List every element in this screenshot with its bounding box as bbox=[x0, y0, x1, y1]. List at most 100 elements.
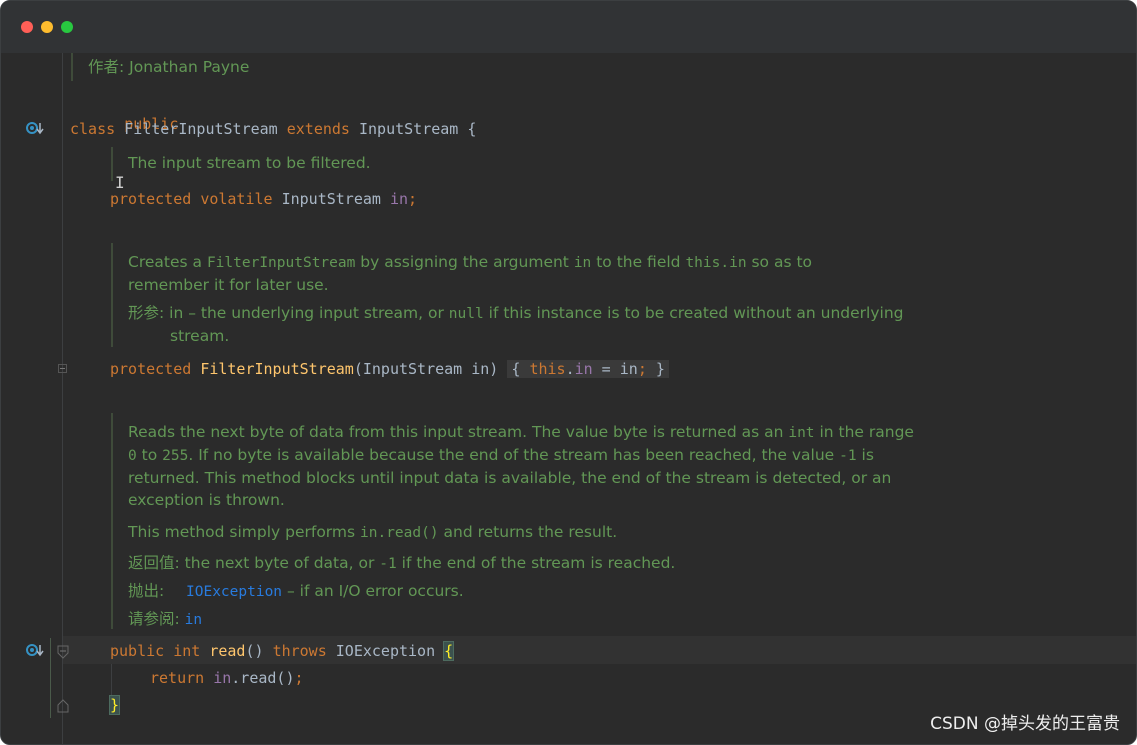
read-doc-see: 请参阅: in bbox=[128, 608, 928, 631]
doc-code: this.in bbox=[685, 255, 747, 271]
see-label: 请参阅: bbox=[128, 610, 180, 628]
keyword-int: int bbox=[173, 642, 201, 660]
ctor-doc-param-line2: stream. bbox=[170, 327, 230, 345]
method-call: .read() bbox=[231, 669, 295, 687]
read-doc-line3: returned. This method blocks until input… bbox=[128, 469, 892, 487]
keyword-protected: protected bbox=[110, 190, 192, 208]
ctor-doc-para-line2: remember it for later use. bbox=[128, 276, 329, 294]
read-doc: Reads the next byte of data from this in… bbox=[128, 421, 928, 631]
method-scope-bar bbox=[50, 638, 51, 718]
doc-code: 255 bbox=[162, 448, 189, 464]
read-doc-line4: exception is thrown. bbox=[128, 491, 285, 509]
fold-close-icon[interactable] bbox=[57, 698, 69, 717]
field-doc: The input stream to be filtered. bbox=[128, 154, 371, 172]
doc-code: int bbox=[788, 425, 815, 441]
title-bar bbox=[1, 1, 1136, 53]
doc-text: so as to bbox=[746, 253, 813, 271]
doc-code: null bbox=[448, 306, 484, 322]
author-value: Jonathan Payne bbox=[129, 58, 250, 76]
doc-text: is bbox=[856, 446, 874, 464]
see-in-link[interactable]: in bbox=[185, 612, 202, 628]
doc-code: in bbox=[573, 255, 592, 271]
semicolon: ; bbox=[637, 360, 647, 378]
doc-text: in the range bbox=[814, 423, 914, 441]
ctor-doc: Creates a FilterInputStream by assigning… bbox=[128, 251, 918, 347]
assign: = in bbox=[592, 360, 638, 378]
fold-icon[interactable] bbox=[58, 364, 67, 373]
read-doc-para2: This method simply performs in.read() an… bbox=[128, 521, 928, 544]
code-line-close-brace[interactable]: } bbox=[108, 694, 121, 716]
code-editor[interactable]: 作者: Jonathan Payne public class FilterIn… bbox=[1, 53, 1136, 744]
code-line-ctor-decl[interactable]: protected FilterInputStream(InputStream … bbox=[110, 358, 669, 380]
doc-comment-bar bbox=[71, 53, 73, 81]
code-line-read-decl[interactable]: public int read() throws IOException { bbox=[110, 640, 455, 662]
field-name: in bbox=[389, 190, 409, 208]
ctor-doc-param: 形参: in – the underlying input stream, or… bbox=[128, 302, 918, 325]
zoom-window-button[interactable] bbox=[61, 21, 73, 33]
read-doc-line1: Reads the next byte of data from this in… bbox=[128, 421, 928, 444]
folded-close: } bbox=[646, 360, 665, 378]
semicolon: ; bbox=[294, 669, 304, 687]
fold-open-icon[interactable] bbox=[57, 644, 69, 663]
doc-text: if the end of the stream is reached. bbox=[396, 554, 676, 572]
folded-open: { bbox=[511, 360, 530, 378]
doc-text: in – the underlying input stream, or bbox=[169, 304, 449, 322]
keyword-return: return bbox=[150, 669, 205, 687]
read-doc-returns: 返回值: the next byte of data, or -1 if the… bbox=[128, 552, 928, 575]
minimize-window-button[interactable] bbox=[41, 21, 53, 33]
read-doc-line2: 0 to 255. If no byte is available becaus… bbox=[128, 444, 928, 467]
keyword-volatile: volatile bbox=[200, 190, 273, 208]
csdn-watermark: CSDN @掉头发的王富贵 bbox=[930, 714, 1120, 734]
ctor-name: FilterInputStream bbox=[200, 360, 354, 378]
code-line-field-decl[interactable]: protected volatile InputStream in; bbox=[110, 188, 417, 210]
editor-window: 作者: Jonathan Payne public class FilterIn… bbox=[0, 0, 1137, 745]
doc-text: This method simply performs bbox=[128, 523, 361, 541]
code-line-return[interactable]: return in.read(); bbox=[150, 667, 304, 689]
doc-text: . If no byte is available because the en… bbox=[188, 446, 840, 464]
override-down-icon[interactable] bbox=[25, 120, 45, 140]
folded-block[interactable]: { this.in = in; } bbox=[507, 360, 669, 378]
author-doc: 作者: Jonathan Payne bbox=[88, 56, 249, 78]
field-ref: in bbox=[574, 360, 593, 378]
returns-label: 返回值: bbox=[128, 554, 180, 572]
doc-text: to bbox=[136, 446, 163, 464]
keyword-public: public bbox=[110, 642, 165, 660]
override-down-icon[interactable] bbox=[25, 642, 45, 662]
close-window-button[interactable] bbox=[21, 21, 33, 33]
param-label: 形参: bbox=[128, 304, 165, 322]
open-brace: { bbox=[458, 120, 477, 138]
doc-text: if this instance is to be created withou… bbox=[483, 304, 904, 322]
doc-code: FilterInputStream bbox=[206, 255, 356, 271]
method-params: () bbox=[245, 642, 264, 660]
code-line-class-decl[interactable]: class FilterInputStream extends InputStr… bbox=[70, 118, 476, 140]
throws-label: 抛出: bbox=[128, 582, 165, 600]
semicolon: ; bbox=[408, 190, 418, 208]
dot: . bbox=[565, 360, 575, 378]
exception-type: IOException bbox=[335, 642, 436, 660]
read-doc-throws: 抛出: IOException – if an I/O error occurs. bbox=[128, 580, 928, 603]
doc-code: 0 bbox=[128, 448, 137, 464]
doc-text: Creates a bbox=[128, 253, 207, 271]
doc-text: Reads the next byte of data from this in… bbox=[128, 423, 789, 441]
text-caret bbox=[453, 641, 455, 659]
ioexception-link[interactable]: IOException bbox=[186, 584, 282, 600]
ctor-doc-para: Creates a FilterInputStream by assigning… bbox=[128, 251, 918, 274]
doc-text: – if an I/O error occurs. bbox=[282, 582, 464, 600]
keyword-throws: throws bbox=[272, 642, 327, 660]
doc-code: in.read() bbox=[360, 525, 439, 541]
keyword-extends: extends bbox=[286, 120, 350, 138]
field-type: InputStream bbox=[281, 190, 381, 208]
keyword-protected: protected bbox=[110, 360, 192, 378]
doc-comment-bar bbox=[111, 413, 113, 629]
matched-close-brace: } bbox=[108, 695, 121, 715]
doc-text: to the field bbox=[591, 253, 686, 271]
keyword-class: class bbox=[70, 120, 116, 138]
doc-code: -1 bbox=[839, 448, 857, 464]
field-ref: in bbox=[213, 669, 232, 687]
doc-text: by assigning the argument bbox=[355, 253, 574, 271]
keyword-this: this bbox=[529, 360, 566, 378]
doc-text: the next byte of data, or bbox=[184, 554, 380, 572]
matched-brace: { bbox=[443, 641, 455, 661]
author-label: 作者: bbox=[88, 58, 125, 76]
method-name: read bbox=[209, 642, 246, 660]
